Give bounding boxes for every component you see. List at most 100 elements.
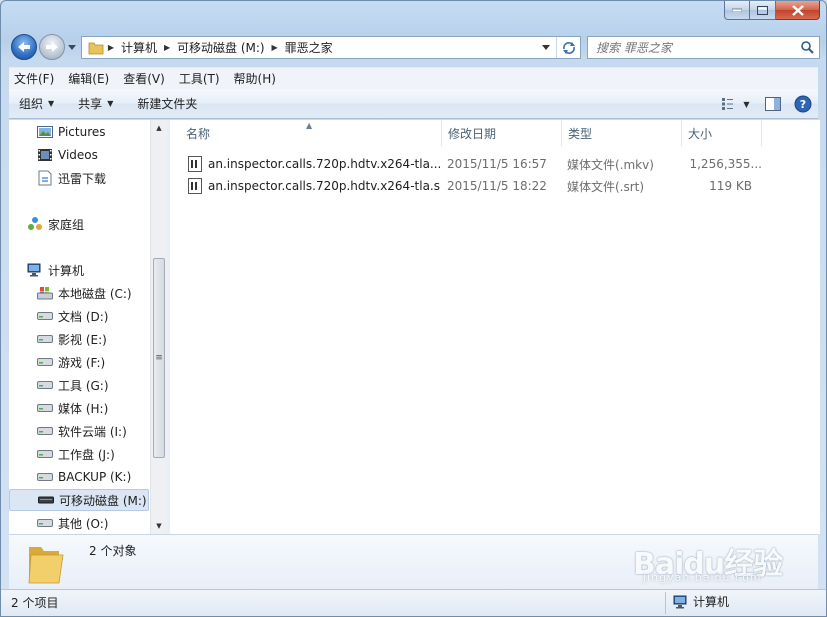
close-icon: [791, 4, 804, 16]
menu-edit[interactable]: 编辑(E): [63, 70, 114, 87]
file-type: 媒体文件(.srt): [567, 179, 645, 194]
file-list-pane: ▲ 名称 修改日期 类型 大小 an.inspector.calls.720p.…: [170, 120, 820, 534]
navigation-pane: Pictures Videos 迅雷下载家庭组计算机本地磁盘 (C:) 文档 (D:)…: [9, 120, 167, 534]
menu-tools[interactable]: 工具(T): [174, 70, 225, 87]
new-folder-button[interactable]: 新建文件夹: [127, 95, 205, 112]
search-box[interactable]: [587, 36, 820, 59]
drive-icon: [37, 331, 53, 347]
status-location: 计算机: [673, 593, 729, 610]
breadcrumb-separator[interactable]: ▶: [104, 43, 118, 52]
file-date: 2015/11/5 18:22: [447, 179, 547, 193]
breadcrumb-computer[interactable]: 计算机: [118, 39, 160, 56]
file-date: 2015/11/5 16:57: [447, 157, 547, 171]
refresh-button[interactable]: [556, 37, 580, 58]
menu-file[interactable]: 文件(F): [9, 70, 59, 87]
forward-button[interactable]: [39, 34, 65, 60]
share-button[interactable]: 共享 ▼: [68, 95, 121, 112]
sidebar-item-label: 工作盘 (J:): [58, 447, 115, 462]
sidebar-item-label: 家庭组: [48, 217, 85, 232]
computer-icon: [673, 595, 687, 608]
pictures-icon: [37, 124, 53, 140]
minimize-icon: [732, 8, 742, 12]
sidebar-item-label: 计算机: [48, 263, 85, 278]
view-list-icon: [722, 98, 734, 110]
address-history-dropdown[interactable]: [538, 37, 554, 58]
view-options-button[interactable]: ▼: [714, 89, 758, 119]
homegroup-icon: [27, 216, 43, 232]
back-button[interactable]: [11, 34, 37, 60]
share-label: 共享: [78, 97, 103, 111]
new-folder-label: 新建文件夹: [137, 97, 198, 111]
sidebar-item[interactable]: 工作盘 (J:): [9, 443, 149, 465]
breadcrumb-separator[interactable]: ▶: [268, 43, 282, 52]
sidebar-item[interactable]: 影视 (E:): [9, 328, 149, 350]
sidebar-item[interactable]: 迅雷下载: [9, 167, 149, 189]
maximize-button[interactable]: [750, 1, 776, 20]
arrow-left-icon: [18, 42, 30, 52]
computer-icon: [27, 262, 43, 278]
sidebar-item-label: 可移动磁盘 (M:): [59, 493, 147, 508]
sidebar-item-label: 本地磁盘 (C:): [58, 286, 132, 301]
sidebar-item[interactable]: BACKUP (K:): [9, 466, 149, 488]
sidebar-item[interactable]: Videos: [9, 144, 149, 166]
drive-icon: [37, 515, 53, 531]
breadcrumb-current-folder[interactable]: 罪恶之家: [282, 39, 336, 56]
sidebar-item-label: 文档 (D:): [58, 309, 109, 324]
sidebar-item[interactable]: 工具 (G:): [9, 374, 149, 396]
column-header-name[interactable]: 名称: [180, 120, 442, 146]
folder-icon: [88, 41, 104, 55]
sidebar-item[interactable]: 本地磁盘 (C:): [9, 282, 149, 304]
drive-icon: [37, 377, 53, 393]
preview-pane-button[interactable]: [758, 89, 788, 119]
table-row[interactable]: an.inspector.calls.720p.hdtv.x264-tla.sr…: [184, 175, 764, 197]
media-file-icon: [188, 178, 202, 194]
column-header-type[interactable]: 类型: [562, 120, 682, 146]
chevron-down-icon: ▼: [743, 99, 750, 109]
sidebar-item-label: Videos: [58, 148, 98, 162]
drive-icon: [37, 446, 53, 462]
scroll-up-button[interactable]: ▲: [151, 120, 167, 136]
drive-icon: [37, 308, 53, 324]
column-header-size[interactable]: 大小: [682, 120, 762, 146]
sidebar-item[interactable]: 软件云端 (I:): [9, 420, 149, 442]
address-bar[interactable]: ▶ 计算机 ▶ 可移动磁盘 (M:) ▶ 罪恶之家: [81, 36, 581, 59]
recent-pages-button[interactable]: [67, 41, 77, 53]
menu-help[interactable]: 帮助(H): [229, 70, 281, 87]
sidebar-item[interactable]: Pictures: [9, 121, 149, 143]
sidebar-item-label: 其他 (O:): [58, 516, 109, 531]
table-row[interactable]: an.inspector.calls.720p.hdtv.x264-tla...…: [184, 153, 764, 175]
drive-icon: [37, 354, 53, 370]
sidebar-item[interactable]: 可移动磁盘 (M:): [9, 489, 149, 511]
search-input[interactable]: [596, 40, 796, 55]
sidebar-item-label: 软件云端 (I:): [58, 424, 127, 439]
breadcrumb-separator[interactable]: ▶: [160, 43, 174, 52]
help-button[interactable]: ?: [788, 89, 818, 119]
close-button[interactable]: [776, 1, 820, 20]
folder-icon: [25, 541, 65, 585]
breadcrumb-removable-drive[interactable]: 可移动磁盘 (M:): [174, 39, 268, 56]
sidebar-item[interactable]: 计算机: [9, 259, 149, 281]
removable-drive-icon: [38, 492, 54, 508]
sidebar-item[interactable]: 其他 (O:): [9, 512, 149, 534]
scroll-thumb[interactable]: ≡: [153, 258, 165, 458]
search-icon[interactable]: [800, 40, 815, 58]
media-file-icon: [188, 156, 202, 172]
videos-icon: [37, 147, 53, 163]
sidebar-item-label: 工具 (G:): [58, 378, 109, 393]
file-size: 1,256,355...: [689, 157, 762, 171]
menu-view[interactable]: 查看(V): [118, 70, 170, 87]
column-header-date[interactable]: 修改日期: [442, 120, 562, 146]
sidebar-item[interactable]: 游戏 (F:): [9, 351, 149, 373]
drive-icon: [37, 400, 53, 416]
minimize-button[interactable]: [724, 1, 750, 20]
sidebar-item-label: 影视 (E:): [58, 332, 107, 347]
sidebar-item-label: 媒体 (H:): [58, 401, 109, 416]
sidebar-item[interactable]: 文档 (D:): [9, 305, 149, 327]
sidebar-item[interactable]: 媒体 (H:): [9, 397, 149, 419]
command-bar: 组织 ▼ 共享 ▼ 新建文件夹 ▼ ?: [9, 89, 818, 119]
scroll-down-button[interactable]: ▼: [151, 518, 167, 534]
organize-button[interactable]: 组织 ▼: [9, 95, 62, 112]
sidebar-item-label: Pictures: [58, 125, 106, 139]
navigation-scrollbar[interactable]: ▲ ≡ ▼: [150, 120, 167, 534]
sidebar-item[interactable]: 家庭组: [9, 213, 149, 235]
